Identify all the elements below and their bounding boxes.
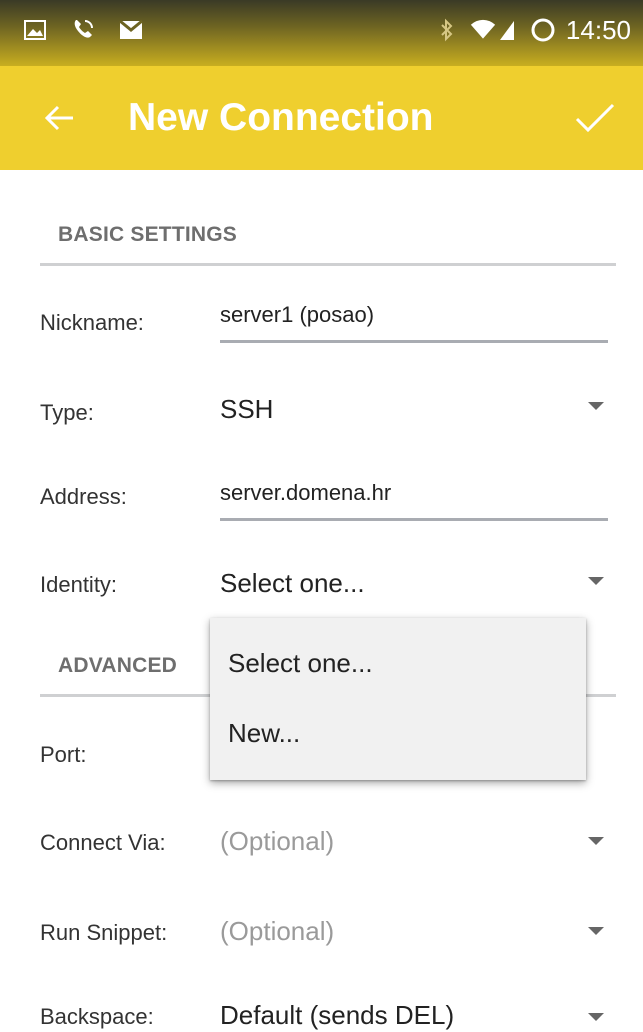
- nickname-underline: [220, 340, 608, 343]
- type-spinner[interactable]: SSH: [220, 394, 608, 425]
- circle-icon: [530, 17, 556, 43]
- page-title: New Connection: [128, 96, 434, 139]
- identity-label: Identity:: [40, 572, 118, 597]
- run-snippet-label: Run Snippet:: [40, 920, 168, 945]
- backspace-label: Backspace:: [40, 1004, 154, 1029]
- phone-icon: [70, 17, 96, 43]
- nickname-label: Nickname:: [40, 310, 144, 335]
- status-bar: 14:50: [0, 0, 643, 66]
- type-label: Type:: [40, 400, 94, 425]
- dropdown-option-new[interactable]: New...: [210, 698, 586, 768]
- toolbar: New Connection: [0, 66, 643, 170]
- section-title: BASIC SETTINGS: [58, 222, 237, 246]
- backspace-row: Backspace: Default (sends DEL): [40, 990, 616, 1032]
- port-label: Port:: [40, 742, 87, 767]
- address-row: Address: server.domena.hr: [40, 470, 616, 530]
- connect-via-spinner[interactable]: (Optional): [220, 826, 608, 857]
- arrow-left-icon[interactable]: [40, 98, 80, 138]
- wifi-icon: [470, 17, 496, 43]
- section-title: ADVANCED: [58, 653, 178, 677]
- connect-via-row: Connect Via: (Optional): [40, 812, 616, 872]
- identity-dropdown: Select one... New...: [210, 618, 586, 780]
- check-icon[interactable]: [567, 90, 623, 146]
- address-label: Address:: [40, 484, 127, 509]
- identity-row: Identity: Select one...: [40, 560, 616, 620]
- identity-spinner[interactable]: Select one...: [220, 568, 608, 599]
- mail-icon: [118, 17, 144, 43]
- section-header-basic: BASIC SETTINGS: [40, 206, 616, 266]
- connect-via-label: Connect Via:: [40, 830, 166, 855]
- run-snippet-row: Run Snippet: (Optional): [40, 904, 616, 964]
- signal-icon: [494, 17, 520, 43]
- bluetooth-icon: [434, 17, 460, 43]
- nickname-input[interactable]: server1 (posao): [220, 302, 608, 328]
- type-row: Type: SSH: [40, 380, 616, 440]
- address-underline: [220, 518, 608, 521]
- backspace-spinner[interactable]: Default (sends DEL): [220, 1000, 608, 1031]
- chevron-down-icon: [588, 927, 604, 935]
- image-icon: [22, 17, 48, 43]
- chevron-down-icon: [588, 837, 604, 845]
- chevron-down-icon: [588, 402, 604, 410]
- dropdown-option-select-one[interactable]: Select one...: [210, 628, 586, 698]
- chevron-down-icon: [588, 1013, 604, 1021]
- chevron-down-icon: [588, 577, 604, 585]
- nickname-row: Nickname: server1 (posao): [40, 290, 616, 350]
- run-snippet-spinner[interactable]: (Optional): [220, 916, 608, 947]
- address-input[interactable]: server.domena.hr: [220, 480, 608, 506]
- status-time: 14:50: [565, 14, 631, 45]
